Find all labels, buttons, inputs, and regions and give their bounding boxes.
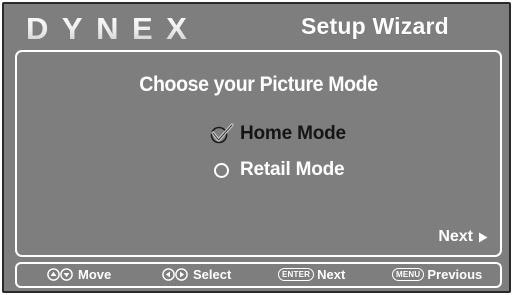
hint-label: Select xyxy=(193,267,232,282)
check-icon xyxy=(208,122,234,146)
option-home-mode[interactable]: Home Mode xyxy=(208,120,346,148)
dynex-logo-text: DYNEX xyxy=(26,12,200,46)
hint-select: Select xyxy=(162,267,231,282)
option-retail-mode[interactable]: Retail Mode xyxy=(208,156,345,184)
right-arrow-circle-icon xyxy=(175,268,188,281)
next-label: Next xyxy=(438,228,473,245)
radio-circle-icon xyxy=(208,158,234,182)
hint-enter: ENTER Next xyxy=(278,267,345,282)
play-triangle-icon xyxy=(479,232,488,242)
option-label: Retail Mode xyxy=(240,159,345,180)
hint-label: Previous xyxy=(427,267,483,282)
option-label: Home Mode xyxy=(240,123,346,144)
left-arrow-circle-icon xyxy=(162,268,175,281)
main-panel: Choose your Picture Mode Home Mode Retai… xyxy=(15,50,502,257)
footer-hint-bar: Move Select ENTER Next MENU Previous xyxy=(15,262,502,288)
dynex-logo: DYNEX xyxy=(26,12,200,46)
enter-key-badge: ENTER xyxy=(278,268,315,281)
menu-key-badge: MENU xyxy=(392,268,425,281)
header: DYNEX Setup Wizard xyxy=(4,4,509,50)
hint-label: Move xyxy=(78,267,112,282)
hint-label: Next xyxy=(317,267,346,282)
hint-move: Move xyxy=(47,267,111,282)
main-heading: Choose your Picture Mode xyxy=(139,73,378,96)
setup-wizard-screen: DYNEX Setup Wizard Choose your Picture M… xyxy=(2,2,511,293)
up-arrow-circle-icon xyxy=(47,268,60,281)
hint-menu: MENU Previous xyxy=(392,267,482,282)
page-title: Setup Wizard xyxy=(301,13,449,39)
next-button[interactable]: Next xyxy=(438,228,488,246)
down-arrow-circle-icon xyxy=(60,268,73,281)
